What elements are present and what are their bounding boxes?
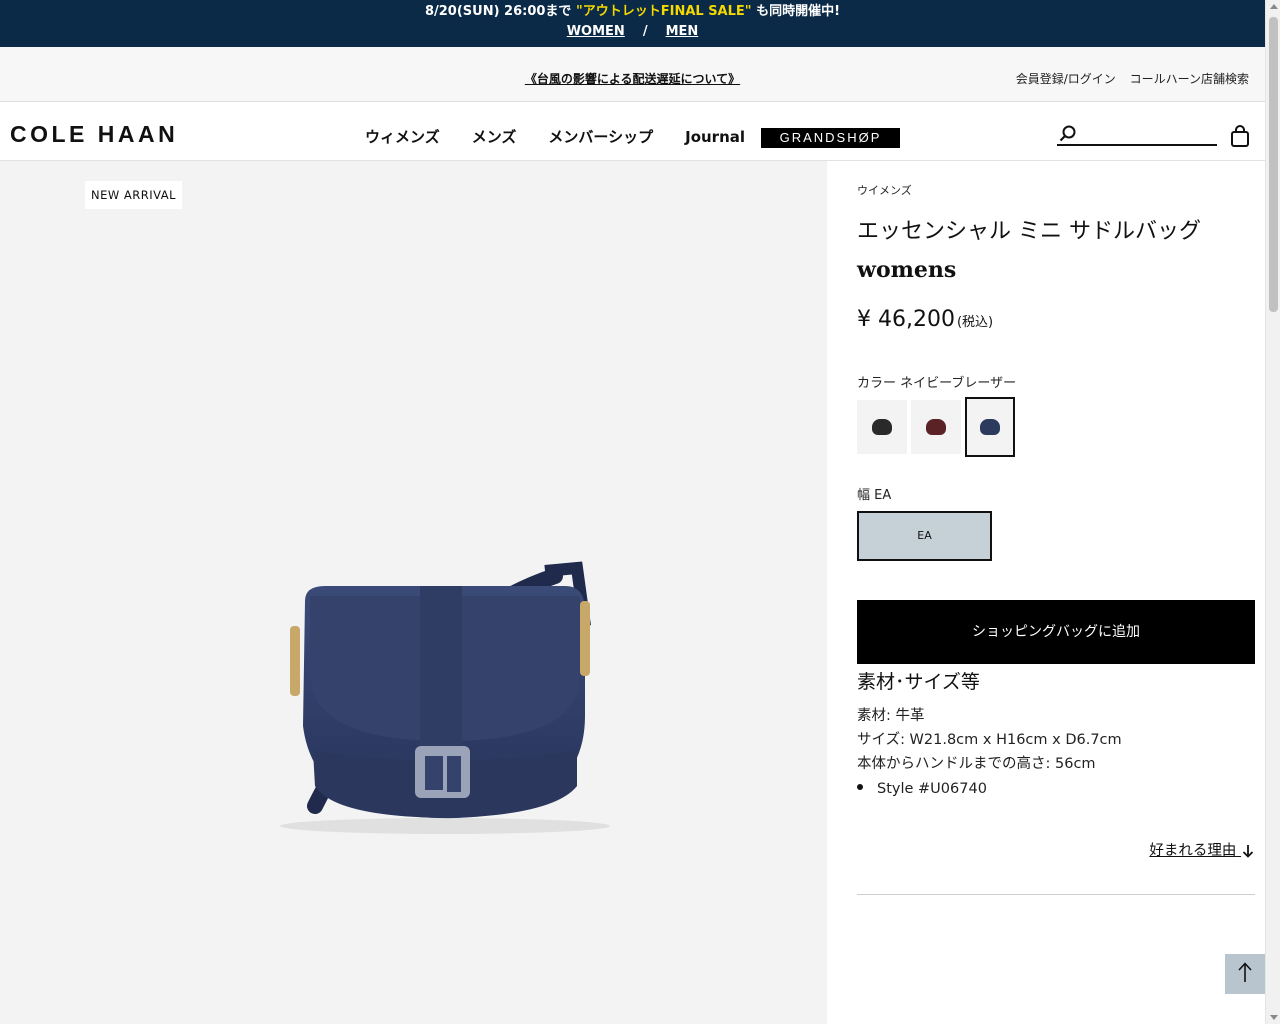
- promo-banner: 8/20(SUN) 26:00まで "アウトレットFINAL SALE" も同時…: [0, 0, 1265, 47]
- new-arrival-badge: NEW ARRIVAL: [85, 181, 183, 209]
- utility-links: 会員登録/ログイン コールハーン店舗検索: [1006, 70, 1249, 87]
- search-input[interactable]: [1083, 124, 1213, 145]
- promo-prefix: 8/20(SUN) 26:00まで: [424, 4, 576, 19]
- swatch-black[interactable]: [857, 400, 907, 454]
- promo-men-link[interactable]: MEN: [666, 24, 699, 39]
- product-image[interactable]: [255, 556, 635, 850]
- shopping-bag-icon[interactable]: [1230, 125, 1250, 151]
- promo-women-link[interactable]: WOMEN: [567, 24, 625, 39]
- nav-item-womens[interactable]: ウィメンズ: [365, 126, 440, 147]
- style-number: Style #U06740: [877, 781, 987, 797]
- back-to-top-button[interactable]: [1225, 954, 1265, 994]
- bullet-icon: [857, 784, 863, 790]
- materials-list: 素材: 牛革 サイズ: W21.8cm x H16cm x D6.7cm 本体か…: [857, 704, 1122, 776]
- nav-item-mens[interactable]: メンズ: [472, 126, 517, 147]
- promo-suffix: も同時開催中!: [751, 4, 841, 19]
- product-title: エッセンシャル ミニ サドルバッグ womens: [857, 213, 1201, 289]
- nav-menu: ウィメンズ メンズ メンバーシップ Journal: [365, 126, 777, 147]
- tax-note: (税込): [956, 315, 994, 330]
- add-to-bag-button[interactable]: ショッピングバッグに追加: [857, 600, 1255, 664]
- materials-heading: 素材･サイズ等: [857, 671, 980, 693]
- section-divider: [857, 894, 1255, 895]
- promo-message: 8/20(SUN) 26:00まで "アウトレットFINAL SALE" も同時…: [0, 0, 1265, 20]
- color-label: カラー ネイビーブレーザー: [857, 376, 1017, 391]
- cole-haan-logo[interactable]: COLE HAAN: [10, 121, 178, 148]
- scroll-down-icon[interactable]: [1270, 1015, 1278, 1020]
- page-scrollbar[interactable]: [1265, 0, 1280, 1024]
- nav-item-membership[interactable]: メンバーシップ: [548, 126, 653, 147]
- product-gallery: NEW ARRIVAL: [0, 161, 827, 1024]
- swatch-burgundy[interactable]: [911, 400, 961, 454]
- search-icon[interactable]: [1059, 125, 1077, 147]
- arrow-up-icon: [1236, 961, 1254, 987]
- price-value: ¥ 46,200: [857, 307, 955, 332]
- material-text: 素材: 牛革: [857, 708, 925, 724]
- swatch-burgundy-thumb: [926, 419, 946, 435]
- promo-highlight: "アウトレットFINAL SALE": [575, 4, 752, 19]
- promo-separator: /: [642, 24, 648, 39]
- style-number-item: Style #U06740: [857, 781, 987, 797]
- swatch-black-thumb: [872, 419, 892, 435]
- width-label: 幅 EA: [857, 488, 892, 503]
- scrollbar-thumb[interactable]: [1269, 17, 1278, 312]
- handle-height-text: 本体からハンドルまでの高さ: 56cm: [857, 756, 1096, 772]
- why-loved-label: 好まれる理由: [1149, 843, 1237, 859]
- main-nav: COLE HAAN ウィメンズ メンズ メンバーシップ Journal GRAN…: [0, 102, 1265, 161]
- promo-links: WOMEN / MEN: [0, 24, 1265, 40]
- utility-bar: 《台風の影響による配送遅延について》 会員登録/ログイン コールハーン店舗検索: [0, 47, 1265, 102]
- size-text: サイズ: W21.8cm x H16cm x D6.7cm: [857, 732, 1122, 748]
- product-name: エッセンシャル ミニ サドルバッグ: [857, 219, 1201, 244]
- nav-item-journal[interactable]: Journal: [685, 128, 745, 146]
- login-link[interactable]: 会員登録/ログイン: [1016, 72, 1116, 86]
- breadcrumb[interactable]: ウイメンズ: [857, 182, 912, 198]
- search-box: [1057, 124, 1217, 146]
- swatch-navy[interactable]: [965, 397, 1015, 457]
- arrow-down-icon: [1241, 843, 1255, 859]
- product-price: ¥ 46,200 (税込): [857, 307, 993, 332]
- scroll-up-icon[interactable]: [1270, 4, 1278, 9]
- store-search-link[interactable]: コールハーン店舗検索: [1130, 72, 1249, 86]
- why-loved-link[interactable]: 好まれる理由: [1149, 839, 1255, 860]
- color-swatches: [857, 397, 1019, 457]
- swatch-navy-thumb: [980, 419, 1000, 435]
- product-gender: womens: [857, 257, 957, 283]
- grandshop-link[interactable]: GRANDSHØP: [761, 128, 900, 148]
- width-option-ea[interactable]: EA: [857, 511, 992, 561]
